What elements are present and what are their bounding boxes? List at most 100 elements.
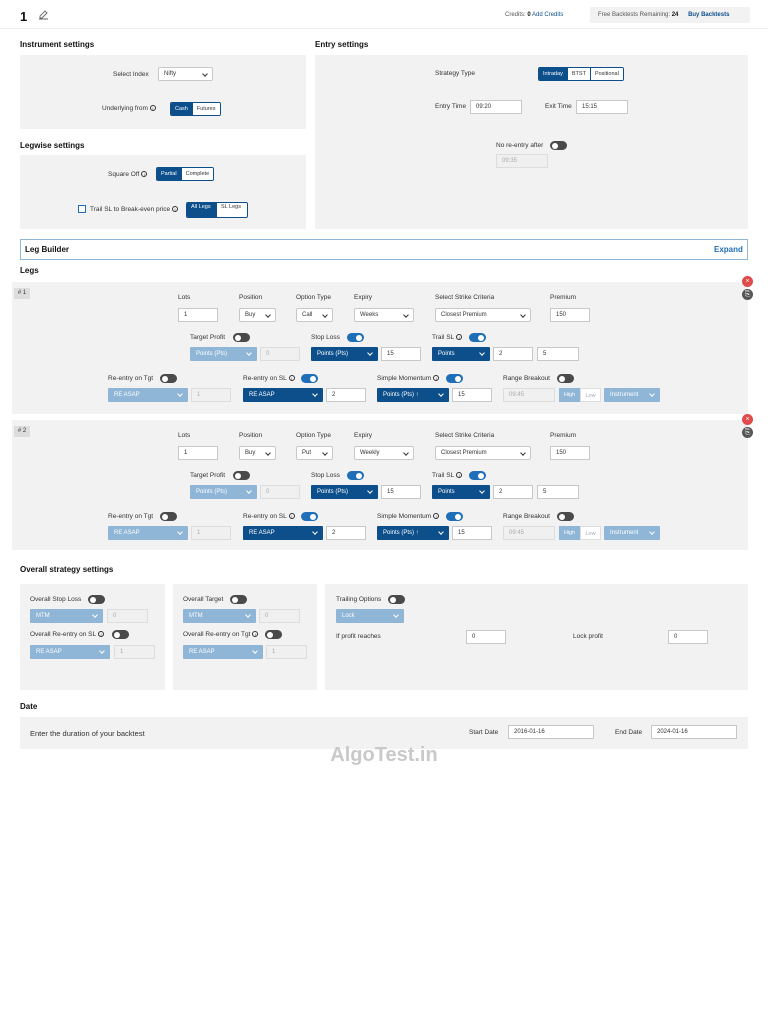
stop-loss-toggle[interactable]: [347, 471, 364, 480]
range-instrument-select[interactable]: Instrument: [604, 526, 660, 540]
underlying-cash[interactable]: Cash: [171, 103, 192, 115]
target-profit-input[interactable]: 0: [260, 485, 300, 499]
reentry-sl-type-select[interactable]: RE ASAP: [243, 388, 323, 402]
option-type-select[interactable]: Put: [296, 446, 333, 460]
overall-reentry-tgt-input[interactable]: 1: [266, 645, 307, 659]
delete-leg-icon[interactable]: ×: [742, 414, 753, 425]
lots-input[interactable]: 1: [178, 308, 218, 322]
trail-sl-checkbox[interactable]: [78, 205, 86, 213]
range-breakout-time-input[interactable]: 09:45: [503, 388, 555, 402]
trail-sl-toggle[interactable]: All Legs SL Legs: [186, 202, 248, 218]
strike-select[interactable]: Closest Premium: [435, 446, 531, 460]
no-reentry-toggle[interactable]: [550, 141, 567, 150]
reentry-tgt-type-select[interactable]: RE ASAP: [108, 526, 188, 540]
option-type-select[interactable]: Call: [296, 308, 333, 322]
premium-input[interactable]: 150: [550, 446, 590, 460]
range-instrument-select[interactable]: Instrument: [604, 388, 660, 402]
start-date-input[interactable]: 2016-01-16: [508, 725, 594, 739]
reentry-sl-toggle[interactable]: [301, 374, 318, 383]
strategy-type-toggle[interactable]: Intraday BTST Positional: [538, 67, 624, 81]
range-high-low-toggle[interactable]: High Low: [559, 388, 601, 402]
trail-sl-x-input[interactable]: 2: [493, 485, 533, 499]
expiry-select[interactable]: Weeks: [354, 308, 414, 322]
reentry-tgt-toggle[interactable]: [160, 374, 177, 383]
trail-sl-type-select[interactable]: Points: [432, 347, 490, 361]
overall-reentry-sl-type-select[interactable]: RE ASAP: [30, 645, 110, 659]
range-breakout-toggle[interactable]: [557, 374, 574, 383]
strategy-intraday[interactable]: Intraday: [539, 68, 567, 80]
trail-sl-type-select[interactable]: Points: [432, 485, 490, 499]
add-credits-link[interactable]: Add Credits: [532, 12, 563, 18]
premium-input[interactable]: 150: [550, 308, 590, 322]
overall-target-type-select[interactable]: MTM: [183, 609, 256, 623]
target-profit-type-select[interactable]: Points (Pts): [190, 347, 257, 361]
reentry-sl-input[interactable]: 2: [326, 526, 366, 540]
simple-momentum-type-select[interactable]: Points (Pts) ↑: [377, 526, 449, 540]
target-profit-type-select[interactable]: Points (Pts): [190, 485, 257, 499]
trail-sl-leg-toggle[interactable]: [469, 471, 486, 480]
trail-sl-legs[interactable]: SL Legs: [216, 203, 247, 217]
range-high[interactable]: High: [559, 526, 580, 540]
overall-reentry-tgt-type-select[interactable]: RE ASAP: [183, 645, 263, 659]
index-select[interactable]: Nifty: [158, 67, 213, 81]
overall-reentry-sl-toggle[interactable]: [112, 630, 129, 639]
range-high[interactable]: High: [559, 388, 580, 402]
overall-target-toggle[interactable]: [230, 595, 247, 604]
lots-input[interactable]: 1: [178, 446, 218, 460]
square-off-toggle[interactable]: Partial Complete: [156, 167, 215, 181]
trail-sl-x-input[interactable]: 2: [493, 347, 533, 361]
stop-loss-type-select[interactable]: Points (Pts): [311, 485, 378, 499]
simple-momentum-input[interactable]: 15: [452, 388, 492, 402]
underlying-futures[interactable]: Futures: [191, 103, 220, 115]
buy-backtests-button[interactable]: Buy Backtests: [688, 12, 729, 18]
strategy-btst[interactable]: BTST: [566, 68, 590, 80]
range-breakout-time-input[interactable]: 09:45: [503, 526, 555, 540]
stop-loss-toggle[interactable]: [347, 333, 364, 342]
target-profit-toggle[interactable]: [233, 333, 250, 342]
reentry-sl-toggle[interactable]: [301, 512, 318, 521]
square-off-partial[interactable]: Partial: [157, 168, 181, 180]
range-high-low-toggle[interactable]: High Low: [559, 526, 601, 540]
underlying-toggle[interactable]: Cash Futures: [170, 102, 221, 116]
expiry-select[interactable]: Weekly: [354, 446, 414, 460]
range-low[interactable]: Low: [580, 526, 601, 540]
square-off-complete[interactable]: Complete: [180, 168, 214, 180]
reentry-tgt-toggle[interactable]: [160, 512, 177, 521]
reentry-tgt-type-select[interactable]: RE ASAP: [108, 388, 188, 402]
strategy-positional[interactable]: Positional: [589, 68, 623, 80]
simple-momentum-input[interactable]: 15: [452, 526, 492, 540]
no-reentry-time-input[interactable]: 09:35: [496, 154, 548, 168]
overall-sl-type-select[interactable]: MTM: [30, 609, 103, 623]
exit-time-input[interactable]: 15:15: [576, 100, 628, 114]
target-profit-input[interactable]: 0: [260, 347, 300, 361]
overall-reentry-tgt-toggle[interactable]: [265, 630, 282, 639]
reentry-tgt-input[interactable]: 1: [191, 388, 231, 402]
copy-leg-icon[interactable]: ⎘: [742, 289, 753, 300]
range-low[interactable]: Low: [580, 388, 601, 402]
profit-reaches-input[interactable]: 0: [466, 630, 506, 644]
strike-select[interactable]: Closest Premium: [435, 308, 531, 322]
range-breakout-toggle[interactable]: [557, 512, 574, 521]
trailing-options-toggle[interactable]: [388, 595, 405, 604]
entry-time-input[interactable]: 09:20: [470, 100, 522, 114]
expand-button[interactable]: Expand: [714, 245, 743, 254]
overall-sl-toggle[interactable]: [88, 595, 105, 604]
lock-profit-input[interactable]: 0: [668, 630, 708, 644]
copy-leg-icon[interactable]: ⎘: [742, 427, 753, 438]
trail-sl-y-input[interactable]: 5: [537, 485, 579, 499]
trailing-type-select[interactable]: Lock: [336, 609, 404, 623]
stop-loss-input[interactable]: 15: [381, 347, 421, 361]
stop-loss-input[interactable]: 15: [381, 485, 421, 499]
end-date-input[interactable]: 2024-01-16: [651, 725, 737, 739]
simple-momentum-toggle[interactable]: [446, 512, 463, 521]
trail-sl-leg-toggle[interactable]: [469, 333, 486, 342]
position-select[interactable]: Buy: [239, 446, 276, 460]
overall-reentry-sl-input[interactable]: 1: [114, 645, 155, 659]
reentry-tgt-input[interactable]: 1: [191, 526, 231, 540]
delete-leg-icon[interactable]: ×: [742, 276, 753, 287]
overall-target-input[interactable]: 0: [259, 609, 300, 623]
reentry-sl-type-select[interactable]: RE ASAP: [243, 526, 323, 540]
edit-icon[interactable]: [38, 9, 49, 20]
trail-sl-y-input[interactable]: 5: [537, 347, 579, 361]
simple-momentum-type-select[interactable]: Points (Pts) ↑: [377, 388, 449, 402]
